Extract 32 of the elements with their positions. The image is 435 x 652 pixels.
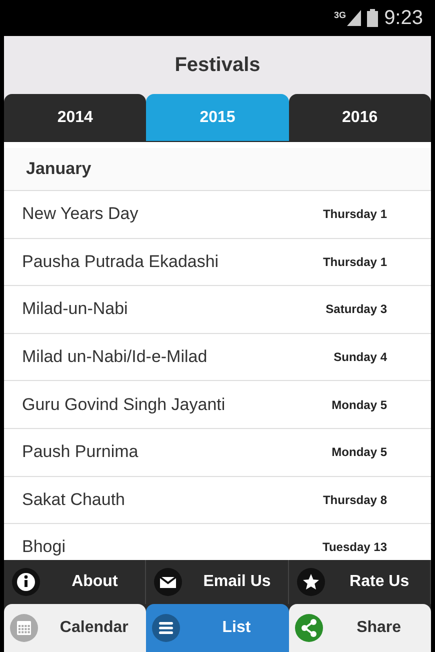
nav-tab[interactable]: Share [288, 604, 431, 652]
festival-name: Milad un-Nabi/Id-e-Milad [22, 347, 208, 368]
festival-date: Thursday 1 [322, 254, 387, 269]
info-icon [12, 568, 40, 596]
nav-tab[interactable]: Calendar [4, 604, 146, 652]
festival-name: Sakat Chauth [22, 490, 126, 510]
calendar-icon [10, 614, 38, 642]
festival-date: Tuesday 13 [322, 540, 387, 554]
festival-name: Pausha Putrada Ekadashi [22, 252, 219, 272]
share-icon [294, 614, 323, 642]
festival-name: Milad-un-Nabi [22, 299, 128, 320]
festival-date: Thursday 1 [322, 207, 387, 222]
mail-icon [154, 568, 182, 596]
festival-date: Monday 5 [332, 398, 387, 412]
nav-tab[interactable]: List [146, 604, 289, 652]
month-header: January [4, 148, 431, 191]
festival-name: Guru Govind Singh Jayanti [22, 394, 226, 415]
signal-icon [347, 10, 362, 26]
festival-date: Saturday 3 [326, 302, 387, 316]
battery-icon [367, 9, 378, 27]
festival-date: Sunday 4 [334, 350, 387, 364]
festival-date: Thursday 8 [322, 492, 387, 507]
year-tab[interactable]: 2016 [288, 94, 431, 141]
clock: 9:23 [384, 6, 423, 30]
festival-name: Bhogi [22, 537, 66, 558]
festival-name: Paush Purnima [22, 442, 138, 462]
screen-title: Festivals [4, 36, 431, 94]
menu-icon [152, 614, 180, 642]
festival-name: New Years Day [22, 204, 138, 224]
network-type: 3G [334, 10, 346, 20]
year-tab[interactable]: 2014 [4, 94, 146, 141]
festival-date: Monday 5 [332, 445, 387, 460]
